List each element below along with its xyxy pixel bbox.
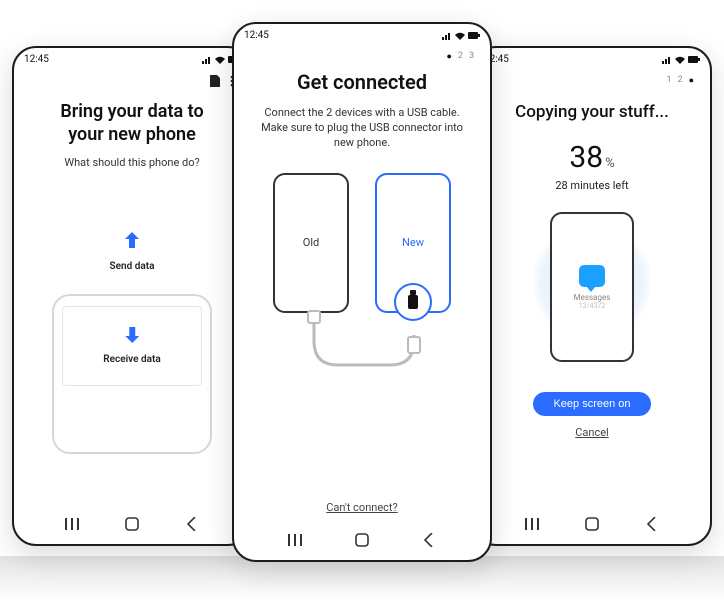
progress-illustration: Messages 12/4372 (522, 206, 662, 376)
wifi-icon (675, 56, 685, 64)
time-remaining: 28 minutes left (488, 179, 696, 192)
page-subtitle: What should this phone do? (28, 156, 236, 169)
wifi-icon (455, 32, 465, 40)
step-2: 2 (458, 51, 463, 62)
status-bar: 12:45 (234, 24, 490, 43)
progress-phone: Messages 12/4372 (550, 212, 634, 362)
new-phone: New (375, 173, 451, 313)
nav-back[interactable] (183, 515, 201, 533)
step-indicator: 1 2 ● (488, 75, 696, 86)
step-3: ● (689, 75, 694, 86)
wifi-icon (215, 56, 225, 64)
old-label: Old (303, 236, 319, 249)
new-label: New (402, 236, 424, 249)
status-time: 12:45 (24, 54, 49, 65)
messages-icon (579, 265, 605, 287)
step-1: ● (446, 51, 451, 62)
status-time: 12:45 (244, 30, 269, 41)
page-description: Connect the 2 devices with a USB cable. … (258, 106, 466, 151)
step-2: 2 (678, 75, 683, 86)
nav-bar (14, 510, 250, 544)
step-3: 3 (469, 51, 474, 62)
percent-value: 38 (569, 140, 603, 175)
page-title: Copying your stuff... (488, 102, 696, 122)
cant-connect-link[interactable]: Can't connect? (248, 501, 476, 514)
item-label: Messages (574, 293, 611, 302)
sd-card-icon[interactable] (208, 75, 220, 87)
title-line2: your new phone (68, 124, 196, 145)
nav-recents[interactable] (286, 531, 304, 549)
receive-label: Receive data (103, 354, 160, 365)
title-line1: Bring your data to (60, 101, 203, 122)
step-1: 1 (666, 75, 671, 86)
nav-bar (234, 526, 490, 560)
nav-bar (474, 510, 710, 544)
step-indicator: ● 2 3 (248, 51, 476, 62)
page-title: Get connected (248, 70, 476, 94)
floor-shadow (0, 556, 724, 600)
usb-adapter-icon (394, 283, 432, 321)
nav-recents[interactable] (523, 515, 541, 533)
send-label: Send data (28, 261, 236, 272)
arrow-down-icon (121, 324, 143, 346)
phone-center: 12:45 ● 2 3 Get connected Connect the 2 … (232, 22, 492, 562)
signal-icon (202, 56, 212, 64)
status-icons (662, 56, 700, 64)
arrow-up-icon (121, 229, 143, 251)
signal-icon (442, 32, 452, 40)
receive-data-option[interactable]: Receive data (28, 294, 236, 424)
item-count: 12/4372 (579, 302, 606, 310)
percent-symbol: % (605, 156, 615, 171)
battery-icon (468, 32, 480, 39)
phone-right: 12:45 1 2 ● Copying your stuff... 38% 28… (472, 46, 712, 546)
nav-back[interactable] (643, 515, 661, 533)
cancel-link[interactable]: Cancel (488, 426, 696, 439)
page-title: Bring your data to your new phone (28, 101, 236, 146)
status-bar: 12:45 (14, 48, 250, 67)
old-phone: Old (273, 173, 349, 313)
phone-left: 12:45 Bring your data to your new phone … (12, 46, 252, 546)
nav-home[interactable] (353, 531, 371, 549)
progress-percent: 38% (488, 140, 696, 175)
status-bar: 12:45 (474, 48, 710, 67)
signal-icon (662, 56, 672, 64)
nav-home[interactable] (583, 515, 601, 533)
nav-home[interactable] (123, 515, 141, 533)
device-pair: Old New (248, 173, 476, 313)
battery-icon (688, 56, 700, 63)
nav-back[interactable] (420, 531, 438, 549)
nav-recents[interactable] (63, 515, 81, 533)
send-data-option[interactable]: Send data (28, 229, 236, 272)
status-icons (442, 32, 480, 40)
keep-screen-on-button[interactable]: Keep screen on (533, 392, 650, 416)
ghost-phone-illustration (52, 294, 212, 454)
